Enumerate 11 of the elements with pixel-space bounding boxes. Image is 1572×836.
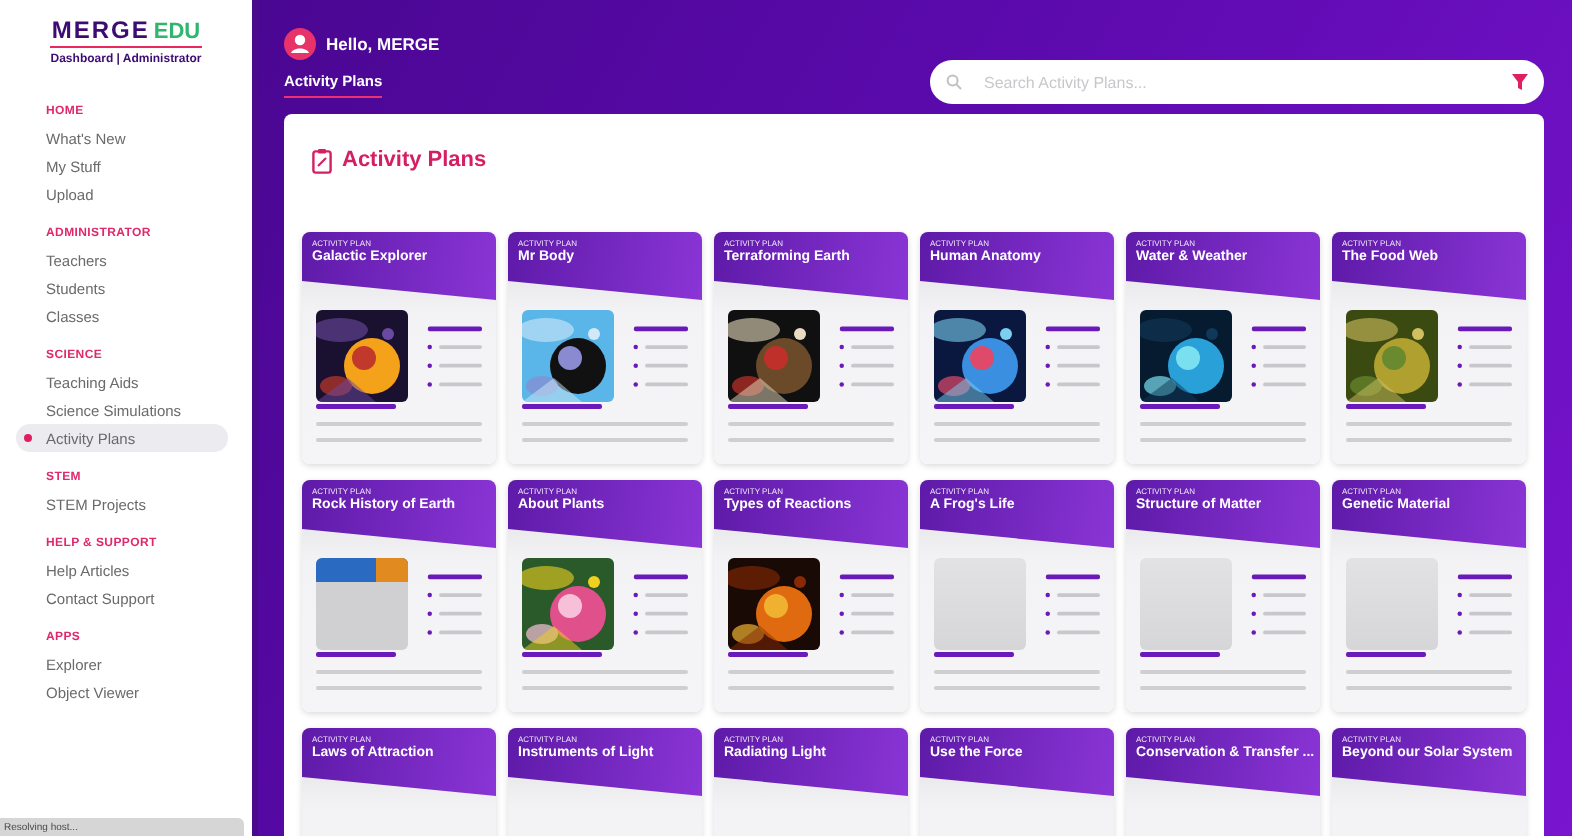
filter-icon[interactable] [1512,74,1528,90]
greeting: Hello, MERGE [326,34,440,54]
search-icon [946,74,962,90]
image-placeholder [1346,558,1438,650]
panel-title: Activity Plans [342,148,487,172]
logo-suffix: EDU [153,20,201,44]
image-placeholder [934,558,1026,650]
clipboard-icon [312,147,332,173]
logo-brand: MERGE [51,16,150,44]
user-avatar-icon[interactable] [284,28,316,60]
image-placeholder [1140,558,1232,650]
